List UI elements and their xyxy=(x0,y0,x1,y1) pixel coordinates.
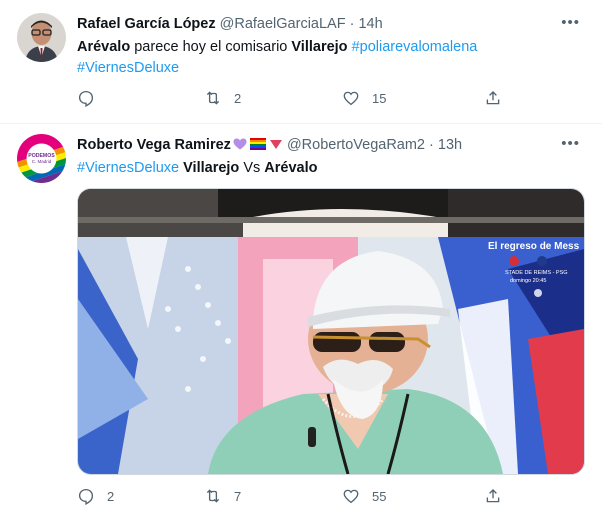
reply-button[interactable]: 2 xyxy=(77,487,114,505)
avatar-sublabel: C. Madrid xyxy=(32,159,52,164)
tweet-time[interactable]: 13h xyxy=(438,137,462,153)
hashtag-link[interactable]: #poliarevalomalena xyxy=(352,39,478,55)
tweet-actions: 2 7 55 xyxy=(77,487,527,507)
reply-icon xyxy=(78,488,94,505)
text-bold: Villarejo xyxy=(183,160,240,176)
tv-screen-photo: El regreso de Mess STADE DE REIMS - PSG … xyxy=(78,189,584,474)
text-plain: parece hoy el comisario xyxy=(130,39,292,55)
text-bold: Arévalo xyxy=(77,39,131,55)
separator-dot: · xyxy=(429,137,434,153)
purple-heart-emoji-icon xyxy=(233,138,247,150)
hashtag-link[interactable]: #ViernesDeluxe xyxy=(77,60,179,76)
screen-line1: STADE DE REIMS - PSG xyxy=(505,270,568,276)
red-triangle-icon xyxy=(269,140,282,149)
retweet-icon xyxy=(206,91,220,105)
retweet-count: 2 xyxy=(234,90,242,106)
tweet-text: Arévalo parece hoy el comisario Villarej… xyxy=(77,37,577,79)
more-icon[interactable]: ••• xyxy=(561,14,580,31)
retweet-button[interactable]: 2 xyxy=(204,89,241,107)
rainbow-flag-icon xyxy=(249,138,266,150)
retweet-icon xyxy=(206,489,220,503)
retweet-button[interactable]: 7 xyxy=(204,487,241,505)
tweet-actions: 2 15 xyxy=(77,89,527,109)
screen-line2: domingo 20:45 xyxy=(510,278,546,284)
share-button[interactable] xyxy=(484,487,502,505)
author-handle[interactable]: @RafaelGarciaLAF xyxy=(220,16,346,32)
hashtag-link[interactable]: #ViernesDeluxe xyxy=(77,160,179,176)
tweet-header: Roberto Vega Ramirez @RobertoVegaRam2 · … xyxy=(77,136,462,154)
separator-dot: · xyxy=(349,16,355,32)
heart-icon xyxy=(343,91,359,106)
reply-button[interactable] xyxy=(77,89,107,107)
author-name[interactable]: Rafael García López xyxy=(77,16,216,32)
share-icon xyxy=(486,489,500,503)
like-count: 55 xyxy=(372,488,387,504)
tweet-media-photo[interactable]: El regreso de Mess STADE DE REIMS - PSG … xyxy=(77,188,585,475)
tweet-time[interactable]: 14h xyxy=(358,16,382,32)
like-button[interactable]: 55 xyxy=(342,487,386,505)
tweet-rafael[interactable]: Rafael García López @RafaelGarciaLAF · 1… xyxy=(0,0,602,124)
tweet-text: #ViernesDeluxe Villarejo Vs Arévalo xyxy=(77,158,577,179)
screen-title: El regreso de Mess xyxy=(488,241,580,252)
avatar[interactable]: PODEMOS C. Madrid xyxy=(17,134,66,183)
reply-icon xyxy=(78,90,94,107)
reply-count: 2 xyxy=(107,488,115,504)
avatar-photo xyxy=(17,13,66,62)
tweet-header: Rafael García López @RafaelGarciaLAF · 1… xyxy=(77,15,383,33)
like-button[interactable]: 15 xyxy=(342,89,386,107)
text-bold: Arévalo xyxy=(264,160,318,176)
share-icon xyxy=(486,91,500,105)
text-bold: Villarejo xyxy=(291,39,348,55)
more-icon[interactable]: ••• xyxy=(561,135,580,152)
like-count: 15 xyxy=(372,90,387,106)
author-handle[interactable]: @RobertoVegaRam2 xyxy=(287,137,425,153)
tweet-roberto[interactable]: PODEMOS C. Madrid Roberto Vega Ramirez @… xyxy=(0,124,602,523)
share-button[interactable] xyxy=(484,89,502,107)
podemos-logo-avatar: PODEMOS C. Madrid xyxy=(17,134,66,183)
retweet-count: 7 xyxy=(234,488,242,504)
heart-icon xyxy=(343,489,359,504)
avatar[interactable] xyxy=(17,13,66,62)
author-name[interactable]: Roberto Vega Ramirez xyxy=(77,137,231,153)
text-plain: Vs xyxy=(239,160,265,176)
